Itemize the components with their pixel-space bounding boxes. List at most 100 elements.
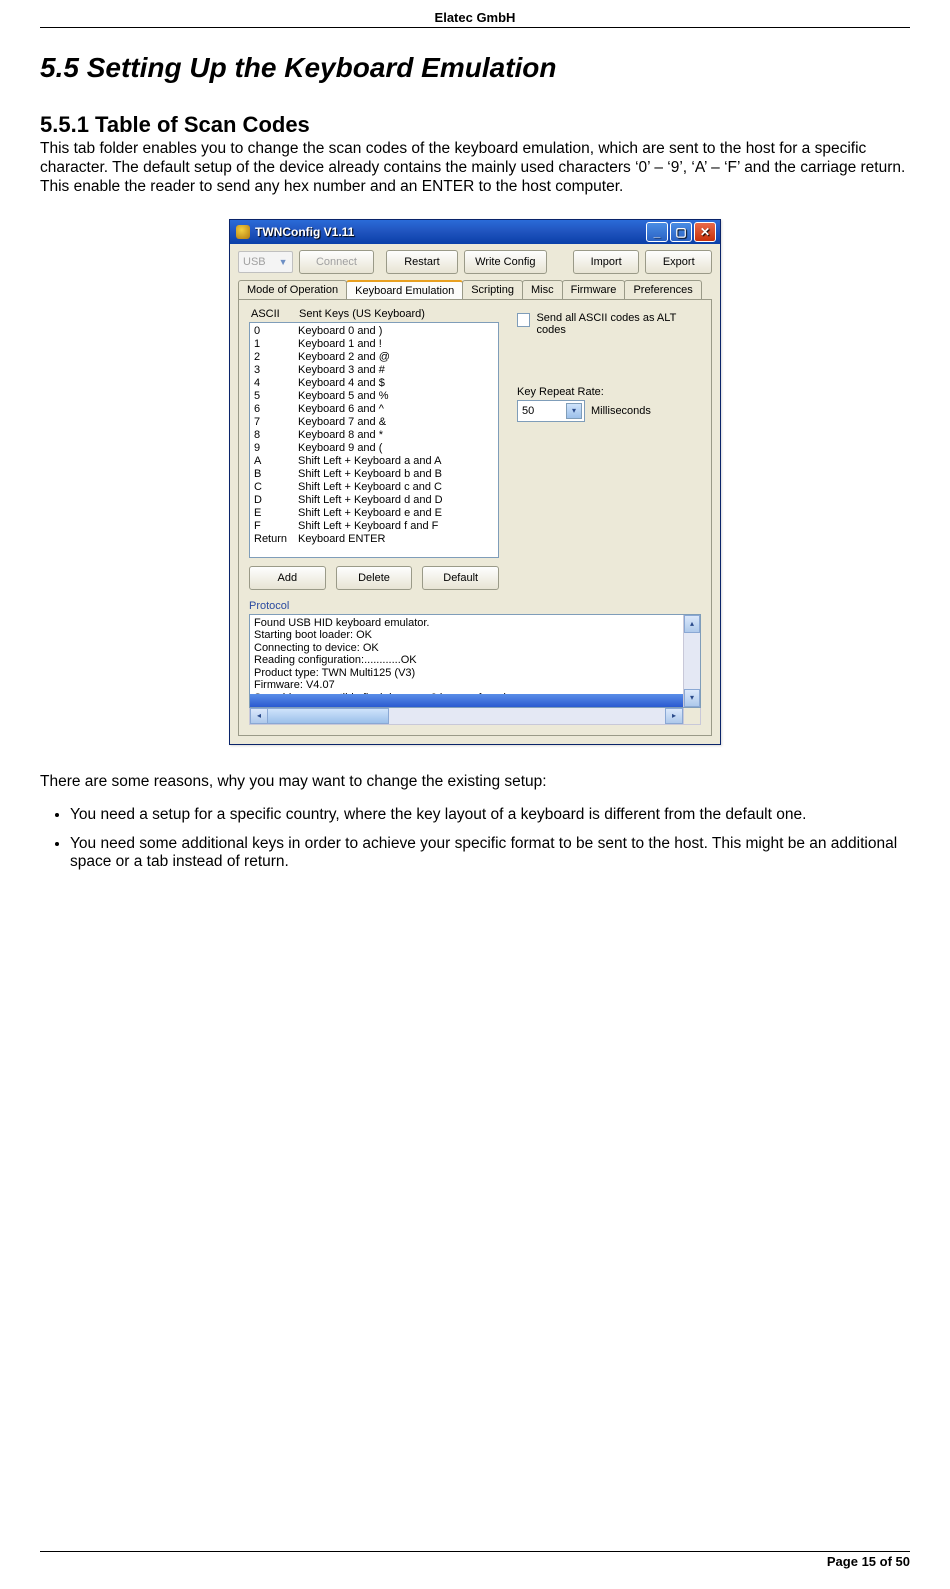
table-row[interactable]: 5Keyboard 5 and % (254, 390, 494, 403)
table-row[interactable]: ReturnKeyboard ENTER (254, 533, 494, 546)
cell-ascii: B (254, 468, 298, 481)
list-item: You need some additional keys in order t… (70, 835, 910, 873)
table-row[interactable]: 8Keyboard 8 and * (254, 429, 494, 442)
port-combo-value: USB (243, 256, 266, 268)
cell-sent-keys: Keyboard ENTER (298, 533, 385, 546)
list-item: You need a setup for a specific country,… (70, 806, 910, 825)
scroll-thumb[interactable] (267, 708, 389, 724)
cell-sent-keys: Keyboard 6 and ^ (298, 403, 384, 416)
scroll-up-icon[interactable]: ▴ (684, 615, 700, 633)
cell-ascii: E (254, 507, 298, 520)
cell-sent-keys: Keyboard 5 and % (298, 390, 389, 403)
cell-ascii: 9 (254, 442, 298, 455)
cell-sent-keys: Shift Left + Keyboard f and F (298, 520, 438, 533)
tab-bar: Mode of Operation Keyboard Emulation Scr… (238, 280, 712, 300)
subsection-heading: 5.5.1 Table of Scan Codes (40, 112, 910, 138)
cell-sent-keys: Keyboard 7 and & (298, 416, 386, 429)
cell-sent-keys: Keyboard 2 and @ (298, 351, 390, 364)
cell-sent-keys: Shift Left + Keyboard d and D (298, 494, 443, 507)
tab-firmware[interactable]: Firmware (562, 280, 626, 299)
port-combo[interactable]: USB ▼ (238, 251, 293, 273)
scan-code-list[interactable]: 0Keyboard 0 and )1Keyboard 1 and !2Keybo… (249, 322, 499, 558)
horizontal-scrollbar[interactable]: ◂ ▸ (249, 708, 701, 725)
cell-ascii: A (254, 455, 298, 468)
table-row[interactable]: BShift Left + Keyboard b and B (254, 468, 494, 481)
app-window: TWNConfig V1.11 _ ▢ ✕ USB ▼ Connect Rest… (229, 219, 721, 745)
tab-preferences[interactable]: Preferences (624, 280, 701, 299)
after-paragraph: There are some reasons, why you may want… (40, 773, 910, 792)
connect-button[interactable]: Connect (299, 250, 375, 274)
scroll-down-icon[interactable]: ▾ (684, 689, 700, 707)
cell-sent-keys: Keyboard 1 and ! (298, 338, 382, 351)
vertical-scrollbar[interactable]: ▴ ▾ (683, 615, 700, 707)
intro-paragraph: This tab folder enables you to change th… (40, 140, 910, 197)
table-row[interactable]: CShift Left + Keyboard c and C (254, 481, 494, 494)
tab-misc[interactable]: Misc (522, 280, 563, 299)
tab-scripting[interactable]: Scripting (462, 280, 523, 299)
scroll-left-icon[interactable]: ◂ (250, 708, 268, 724)
table-row[interactable]: 7Keyboard 7 and & (254, 416, 494, 429)
table-row[interactable]: DShift Left + Keyboard d and D (254, 494, 494, 507)
reasons-list: You need a setup for a specific country,… (70, 806, 910, 873)
cell-sent-keys: Keyboard 4 and $ (298, 377, 385, 390)
cell-sent-keys: Keyboard 8 and * (298, 429, 383, 442)
cell-ascii: 7 (254, 416, 298, 429)
minimize-button[interactable]: _ (646, 222, 668, 242)
selection-highlight (250, 694, 684, 707)
table-row[interactable]: AShift Left + Keyboard a and A (254, 455, 494, 468)
page-header: Elatec GmbH (40, 10, 910, 28)
table-row[interactable]: 2Keyboard 2 and @ (254, 351, 494, 364)
cell-sent-keys: Shift Left + Keyboard a and A (298, 455, 441, 468)
app-icon (236, 225, 250, 239)
alt-codes-label: Send all ASCII codes as ALT codes (536, 312, 701, 336)
cell-ascii: 1 (254, 338, 298, 351)
table-row[interactable]: 1Keyboard 1 and ! (254, 338, 494, 351)
window-title: TWNConfig V1.11 (255, 225, 354, 239)
protocol-textbox[interactable]: Found USB HID keyboard emulator. Startin… (249, 614, 701, 708)
section-heading: 5.5 Setting Up the Keyboard Emulation (40, 52, 910, 84)
table-row[interactable]: EShift Left + Keyboard e and E (254, 507, 494, 520)
cell-sent-keys: Shift Left + Keyboard b and B (298, 468, 442, 481)
cell-ascii: 0 (254, 325, 298, 338)
col-ascii: ASCII (251, 308, 299, 320)
col-sent-keys: Sent Keys (US Keyboard) (299, 308, 425, 320)
tab-mode-of-operation[interactable]: Mode of Operation (238, 280, 347, 299)
cell-ascii: Return (254, 533, 298, 546)
table-row[interactable]: 0Keyboard 0 and ) (254, 325, 494, 338)
import-button[interactable]: Import (573, 250, 640, 274)
alt-codes-checkbox[interactable]: Send all ASCII codes as ALT codes (517, 312, 701, 336)
cell-ascii: 6 (254, 403, 298, 416)
table-row[interactable]: 6Keyboard 6 and ^ (254, 403, 494, 416)
delete-button[interactable]: Delete (336, 566, 413, 590)
table-row[interactable]: 9Keyboard 9 and ( (254, 442, 494, 455)
restart-button[interactable]: Restart (386, 250, 457, 274)
close-button[interactable]: ✕ (694, 222, 716, 242)
key-repeat-rate-unit: Milliseconds (591, 405, 651, 417)
write-config-button[interactable]: Write Config (464, 250, 547, 274)
export-button[interactable]: Export (645, 250, 712, 274)
add-button[interactable]: Add (249, 566, 326, 590)
key-repeat-rate-label: Key Repeat Rate: (517, 386, 701, 398)
cell-sent-keys: Shift Left + Keyboard e and E (298, 507, 442, 520)
titlebar[interactable]: TWNConfig V1.11 _ ▢ ✕ (230, 220, 720, 244)
tab-keyboard-emulation[interactable]: Keyboard Emulation (346, 280, 463, 299)
chevron-down-icon: ▾ (566, 403, 582, 419)
page-footer: Page 15 of 50 (40, 1551, 910, 1569)
table-row[interactable]: 4Keyboard 4 and $ (254, 377, 494, 390)
checkbox-icon (517, 313, 530, 327)
maximize-button[interactable]: ▢ (670, 222, 692, 242)
scroll-right-icon[interactable]: ▸ (665, 708, 683, 724)
cell-ascii: 4 (254, 377, 298, 390)
table-row[interactable]: 3Keyboard 3 and # (254, 364, 494, 377)
cell-ascii: F (254, 520, 298, 533)
cell-ascii: 2 (254, 351, 298, 364)
cell-ascii: D (254, 494, 298, 507)
key-repeat-rate-combo[interactable]: 50 ▾ (517, 400, 585, 422)
cell-ascii: 3 (254, 364, 298, 377)
table-row[interactable]: FShift Left + Keyboard f and F (254, 520, 494, 533)
key-repeat-rate-value: 50 (522, 405, 534, 417)
default-button[interactable]: Default (422, 566, 499, 590)
protocol-label: Protocol (249, 600, 701, 612)
cell-ascii: 5 (254, 390, 298, 403)
protocol-text: Found USB HID keyboard emulator. Startin… (250, 615, 700, 707)
